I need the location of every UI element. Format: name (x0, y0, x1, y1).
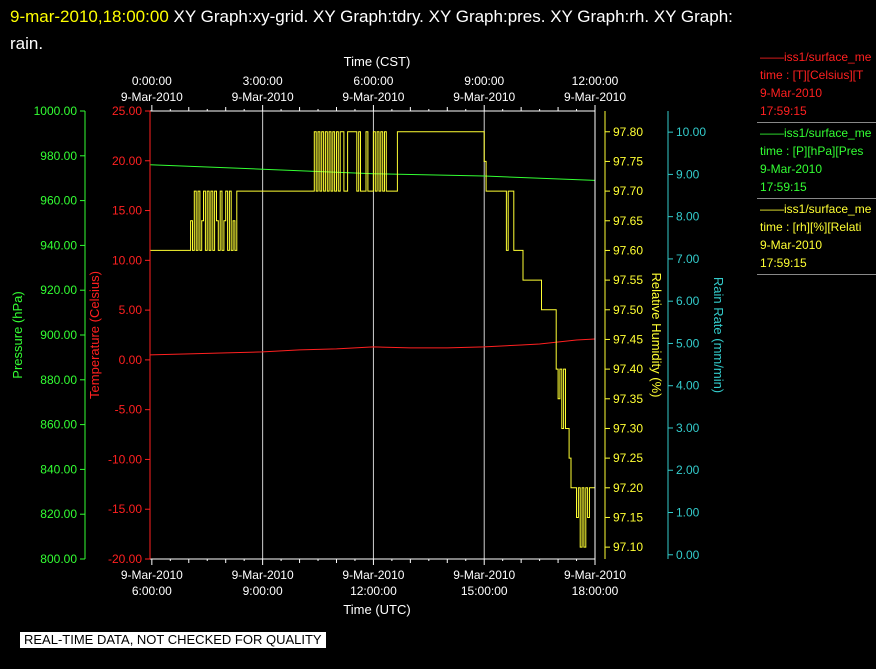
legend-entry-pressure[interactable]: ——iss1/surface_me time : [P][hPa][Pres 9… (757, 124, 876, 199)
x-bottom-tick-time: 6:00:00 (132, 584, 172, 598)
legend-date: 9-Mar-2010 (760, 238, 823, 252)
pressure-tick-label: 1000.00 (34, 104, 78, 118)
x-top-tick-time: 3:00:00 (243, 74, 283, 88)
humidity-tick-label: 97.35 (613, 392, 643, 406)
x-bottom-tick-time: 12:00:00 (350, 584, 397, 598)
x-top-tick-time: 9:00:00 (464, 74, 504, 88)
x-bottom-tick-date: 9-Mar-2010 (121, 568, 183, 582)
humidity-tick-label: 97.40 (613, 362, 643, 376)
legend-entry-temperature[interactable]: ——iss1/surface_me time : [T][Celsius][T … (757, 48, 876, 123)
x-bottom-tick-date: 9-Mar-2010 (232, 568, 294, 582)
legend-date: 9-Mar-2010 (760, 162, 823, 176)
humidity-axis-label: Relative Humidity (%) (649, 273, 664, 398)
legend-field-label: time : [rh][%][Relati (760, 220, 862, 234)
temperature-tick-label: -5.00 (115, 403, 143, 417)
temperature-tick-label: -10.00 (108, 452, 142, 466)
x-bottom-tick-date: 9-Mar-2010 (453, 568, 515, 582)
legend-date: 9-Mar-2010 (760, 86, 823, 100)
x-top-tick-date: 9-Mar-2010 (342, 90, 404, 104)
pressure-axis-label: Pressure (hPa) (10, 291, 25, 378)
rain-tick-label: 3.00 (676, 421, 700, 435)
rain-tick-label: 5.00 (676, 336, 700, 350)
legend-field-label: time : [T][Celsius][T (760, 68, 864, 82)
humidity-tick-label: 97.20 (613, 481, 643, 495)
temperature-tick-label: 20.00 (112, 154, 142, 168)
x-top-tick-time: 0:00:00 (132, 74, 172, 88)
x-top-tick-date: 9-Mar-2010 (453, 90, 515, 104)
pressure-tick-label: 820.00 (40, 507, 77, 521)
pressure-tick-label: 860.00 (40, 418, 77, 432)
legend-line-label: ——iss1/surface_me (760, 50, 872, 64)
series-line-temperature (149, 338, 596, 356)
humidity-tick-label: 97.55 (613, 273, 643, 287)
rain-tick-label: 10.00 (676, 125, 706, 139)
rain-tick-label: 6.00 (676, 294, 700, 308)
humidity-tick-label: 97.50 (613, 303, 643, 317)
x-top-axis-label: Time (CST) (344, 54, 411, 69)
temperature-axis-label: Temperature (Celsius) (87, 271, 102, 399)
legend-line-label: ——iss1/surface_me (760, 126, 872, 140)
humidity-tick-label: 97.25 (613, 451, 643, 465)
temperature-tick-label: 25.00 (112, 104, 142, 118)
xy-chart: 9-Mar-2010 6:00:00 0:00:00 9-Mar-2010 9-Mar-… (10, 54, 726, 617)
humidity-tick-label: 97.60 (613, 243, 643, 257)
legend: ——iss1/surface_me time : [T][Celsius][T … (757, 48, 876, 276)
pressure-tick-label: 900.00 (40, 328, 77, 342)
rain-tick-label: 9.00 (676, 167, 700, 181)
x-bottom-tick-date: 9-Mar-2010 (564, 568, 626, 582)
temperature-tick-label: -20.00 (108, 552, 142, 566)
pressure-tick-label: 880.00 (40, 373, 77, 387)
series-layer (149, 131, 596, 548)
data-quality-warning: REAL-TIME DATA, NOT CHECKED FOR QUALITY (20, 632, 326, 648)
legend-time: 17:59:15 (760, 256, 807, 270)
rain-tick-label: 0.00 (676, 548, 700, 562)
rain-tick-label: 7.00 (676, 252, 700, 266)
rain-axis-label: Rain Rate (mm/min) (711, 277, 726, 393)
temperature-tick-label: 5.00 (119, 303, 143, 317)
series-line-pressure (149, 164, 596, 181)
rain-tick-label: 1.00 (676, 506, 700, 520)
humidity-tick-label: 97.45 (613, 332, 643, 346)
x-bottom-tick-date: 9-Mar-2010 (342, 568, 404, 582)
humidity-tick-label: 97.30 (613, 421, 643, 435)
humidity-tick-label: 97.15 (613, 510, 643, 524)
x-top-tick-time: 12:00:00 (572, 74, 619, 88)
legend-line-label: ——iss1/surface_me (760, 202, 872, 216)
humidity-tick-label: 97.75 (613, 154, 643, 168)
x-bottom-tick-time: 15:00:00 (461, 584, 508, 598)
x-bottom-tick-time: 18:00:00 (572, 584, 619, 598)
x-top-tick-date: 9-Mar-2010 (564, 90, 626, 104)
humidity-tick-label: 97.65 (613, 214, 643, 228)
legend-time: 17:59:15 (760, 104, 807, 118)
series-line-humidity (150, 131, 595, 548)
temperature-tick-label: 0.00 (119, 353, 143, 367)
pressure-tick-label: 840.00 (40, 462, 77, 476)
temperature-tick-label: 10.00 (112, 253, 142, 267)
pressure-tick-label: 980.00 (40, 149, 77, 163)
x-bottom-tick-time: 9:00:00 (243, 584, 283, 598)
legend-entry-humidity[interactable]: ——iss1/surface_me time : [rh][%][Relati … (757, 200, 876, 275)
legend-time: 17:59:15 (760, 180, 807, 194)
rain-tick-label: 2.00 (676, 463, 700, 477)
temperature-tick-label: -15.00 (108, 502, 142, 516)
pressure-tick-label: 920.00 (40, 283, 77, 297)
legend-field-label: time : [P][hPa][Pres (760, 144, 864, 158)
rain-tick-label: 4.00 (676, 379, 700, 393)
rain-tick-label: 8.00 (676, 210, 700, 224)
pressure-tick-label: 960.00 (40, 194, 77, 208)
x-top-tick-date: 9-Mar-2010 (121, 90, 183, 104)
temperature-tick-label: 15.00 (112, 204, 142, 218)
pressure-tick-label: 800.00 (40, 552, 77, 566)
humidity-tick-label: 97.80 (613, 125, 643, 139)
x-bottom-axis-label: Time (UTC) (343, 602, 410, 617)
x-top-tick-date: 9-Mar-2010 (232, 90, 294, 104)
pressure-tick-label: 940.00 (40, 238, 77, 252)
x-top-tick-time: 6:00:00 (353, 74, 393, 88)
humidity-tick-label: 97.70 (613, 184, 643, 198)
humidity-tick-label: 97.10 (613, 540, 643, 554)
